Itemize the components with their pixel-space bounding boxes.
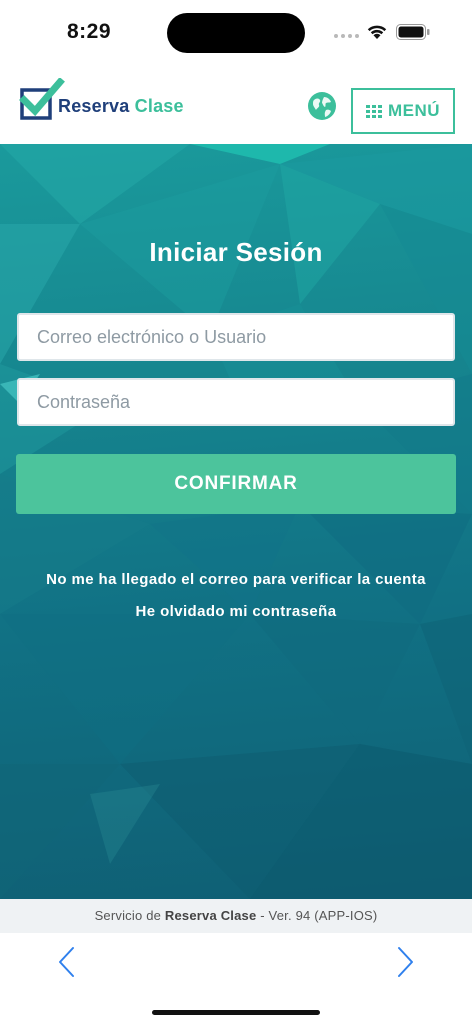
app-header: Reserva Clase MENÚ [0, 64, 472, 144]
globe-icon[interactable] [307, 91, 337, 121]
forgot-password-link[interactable]: He olvidado mi contraseña [0, 603, 472, 620]
resend-verification-link[interactable]: No me ha llegado el correo para verifica… [0, 571, 472, 588]
password-field[interactable] [17, 378, 455, 426]
home-indicator[interactable] [152, 1010, 320, 1015]
logo-word-clase: Clase [134, 95, 184, 116]
email-field[interactable] [17, 313, 455, 361]
status-time: 8:29 [67, 20, 112, 43]
grid-icon [365, 104, 382, 118]
status-bar: 8:29 [0, 0, 472, 64]
login-title: Iniciar Sesión [149, 237, 323, 267]
logo-word-reserva: Reserva [58, 95, 130, 116]
footer: Servicio de Reserva Clase - Ver. 94 (APP… [0, 899, 472, 933]
footer-version: - Ver. 94 (APP-IOS) [260, 908, 378, 923]
footer-prefix: Servicio de [94, 908, 162, 923]
login-panel: Iniciar Sesión CONFIRMAR No me ha llegad… [0, 144, 472, 899]
dynamic-island [167, 13, 305, 53]
chevron-right-icon[interactable] [394, 945, 416, 979]
wifi-icon [367, 25, 387, 39]
chevron-left-icon[interactable] [56, 945, 78, 979]
logo[interactable]: Reserva Clase [18, 78, 184, 124]
menu-button[interactable]: MENÚ [351, 88, 455, 134]
logo-text: Reserva Clase [58, 96, 184, 117]
browser-nav-bar [0, 933, 472, 1024]
footer-brand: Reserva Clase [164, 908, 257, 923]
battery-icon [396, 24, 430, 40]
confirm-button[interactable]: CONFIRMAR [16, 454, 456, 514]
cellular-signal-icon [334, 34, 359, 38]
menu-label: MENÚ [387, 101, 441, 120]
